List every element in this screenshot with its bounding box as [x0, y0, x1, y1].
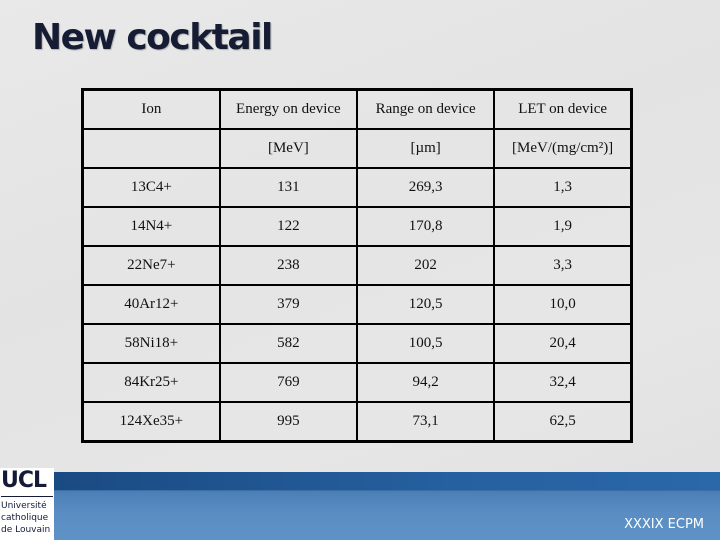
range-cell: 94,2: [355, 362, 496, 403]
ion-cell: 124Xe35+: [81, 401, 221, 443]
header-cell: LET on device: [493, 88, 633, 130]
range-cell: 269,3: [355, 167, 496, 208]
table-header-row: Ion Energy on device Range on device LET…: [81, 88, 633, 130]
energy-cell: 131: [218, 167, 359, 208]
ion-cell: 40Ar12+: [81, 284, 221, 325]
header-cell: Energy on device: [218, 88, 359, 130]
ion-cell: 14N4+: [81, 206, 221, 247]
energy-cell: 238: [218, 245, 359, 286]
table-row: 40Ar12+ 379 120,5 10,0: [81, 284, 633, 325]
table-row: 22Ne7+ 238 202 3,3: [81, 245, 633, 286]
logo-line-3: de Louvain: [1, 525, 51, 535]
ion-cocktail-table: Ion Energy on device Range on device LET…: [81, 88, 633, 443]
slide-title: New cocktail: [32, 17, 273, 58]
ion-cell: 22Ne7+: [81, 245, 221, 286]
footer-text: XXXIX ECPM: [624, 517, 704, 532]
ucl-logo: UCL Université catholique de Louvain: [0, 468, 54, 540]
unit-cell: [MeV]: [218, 128, 359, 169]
logo-line-1: Université: [1, 501, 47, 511]
range-cell: 120,5: [355, 284, 496, 325]
header-cell: Ion: [81, 88, 221, 130]
table-row: 14N4+ 122 170,8 1,9: [81, 206, 633, 247]
logo-line-2: catholique: [1, 513, 49, 523]
unit-cell: [81, 128, 221, 169]
let-cell: 62,5: [493, 401, 633, 443]
let-cell: 3,3: [493, 245, 633, 286]
logo-subtitle: Université catholique de Louvain: [1, 500, 55, 536]
range-cell: 73,1: [355, 401, 496, 443]
energy-cell: 995: [218, 401, 359, 443]
unit-cell: [MeV/(mg/cm²)]: [493, 128, 633, 169]
energy-cell: 122: [218, 206, 359, 247]
let-cell: 1,9: [493, 206, 633, 247]
logo-divider: [1, 496, 53, 497]
range-cell: 202: [355, 245, 496, 286]
table-row: 124Xe35+ 995 73,1 62,5: [81, 401, 633, 443]
header-cell: Range on device: [355, 88, 496, 130]
unit-cell: [µm]: [355, 128, 496, 169]
energy-cell: 582: [218, 323, 359, 364]
table-row: 58Ni18+ 582 100,5 20,4: [81, 323, 633, 364]
table-row: 13C4+ 131 269,3 1,3: [81, 167, 633, 208]
table-row: 84Kr25+ 769 94,2 32,4: [81, 362, 633, 403]
energy-cell: 769: [218, 362, 359, 403]
ion-cell: 84Kr25+: [81, 362, 221, 403]
ion-cell: 58Ni18+: [81, 323, 221, 364]
let-cell: 32,4: [493, 362, 633, 403]
let-cell: 10,0: [493, 284, 633, 325]
table-units-row: [MeV] [µm] [MeV/(mg/cm²)]: [81, 128, 633, 169]
ion-cell: 13C4+: [81, 167, 221, 208]
let-cell: 20,4: [493, 323, 633, 364]
range-cell: 170,8: [355, 206, 496, 247]
let-cell: 1,3: [493, 167, 633, 208]
footer-band: XXXIX ECPM: [54, 472, 720, 540]
range-cell: 100,5: [355, 323, 496, 364]
energy-cell: 379: [218, 284, 359, 325]
logo-acronym: UCL: [1, 468, 47, 493]
